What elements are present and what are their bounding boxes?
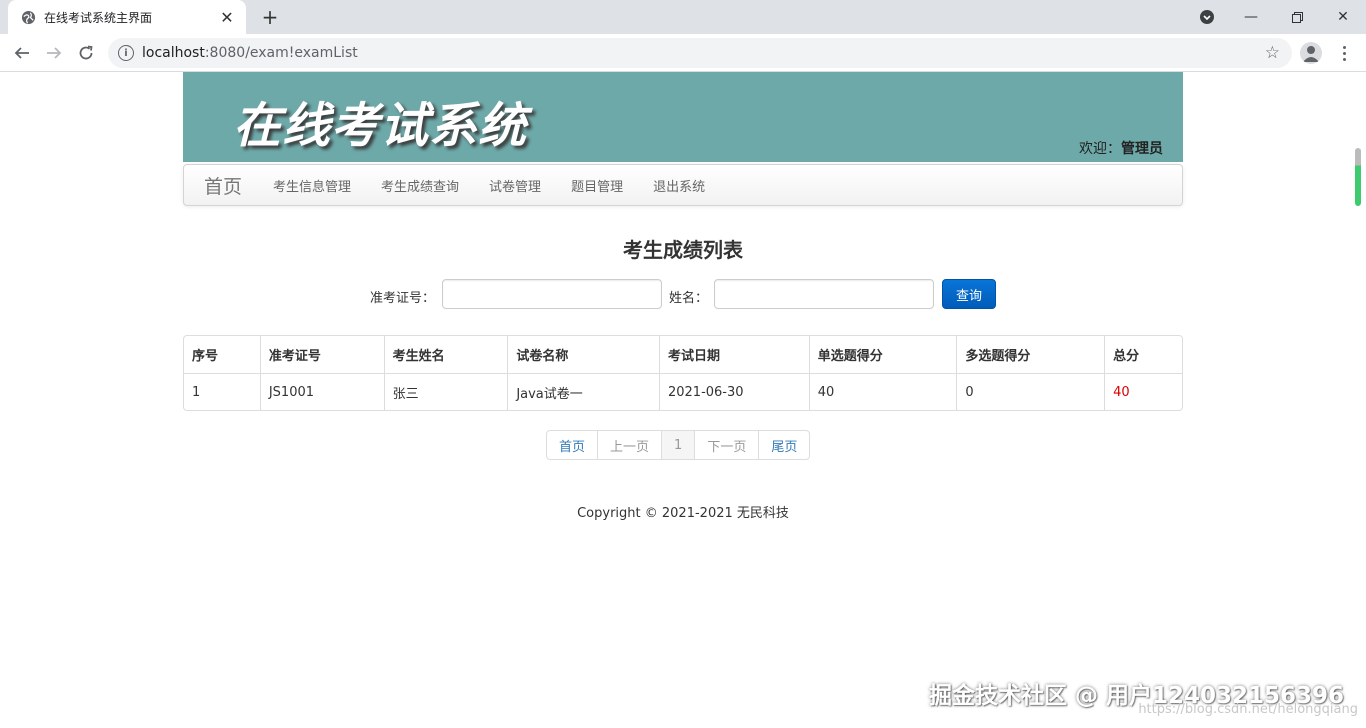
cell-multi-score: 0 [956,373,1105,410]
info-icon[interactable]: i [118,45,134,61]
nav-item-examinee-info[interactable]: 考生信息管理 [258,176,366,195]
tab-title: 在线考试系统主界面 [44,10,153,25]
browser-tab[interactable]: 在线考试系统主界面 ✕ [8,0,246,34]
pagination-current: 1 [661,431,695,459]
query-button[interactable]: 查询 [942,279,996,309]
column-header: 考生姓名 [383,336,508,373]
profile-avatar-icon[interactable] [1300,42,1322,64]
cell-total-score: 40 [1104,373,1182,410]
nav-item-logout[interactable]: 退出系统 [638,176,720,195]
window-close-icon[interactable]: ✕ [1320,0,1366,34]
pagination-last[interactable]: 尾页 [758,431,809,459]
column-header: 多选题得分 [956,336,1104,373]
cell-paper-name: Java试卷一 [507,373,659,410]
page-scrollbar[interactable] [1355,148,1361,206]
site-logo: 在线考试系统 [233,98,528,154]
nav-item-paper-manage[interactable]: 试卷管理 [474,176,556,195]
pagination-prev[interactable]: 上一页 [597,431,661,459]
name-label: 姓名： [669,291,709,306]
tab-search-icon[interactable] [1196,7,1218,27]
table-row: 1 JS1001 张三 Java试卷一 2021-06-30 40 0 40 [184,373,1182,410]
main-navbar: 首页 考生信息管理 考生成绩查询 试卷管理 题目管理 退出系统 [183,164,1183,206]
column-header: 总分 [1104,336,1182,373]
column-header: 序号 [192,349,219,364]
table-header-row: 序号 准考证号 考生姓名 试卷名称 考试日期 单选题得分 多选题得分 总分 [184,336,1182,373]
watermark-url: https://blog.csdn.net/helongqiang [1138,702,1358,717]
reload-icon[interactable] [72,39,100,67]
browser-menu-icon[interactable] [1336,40,1352,66]
column-header: 试卷名称 [507,336,659,373]
search-form: 准考证号： 姓名： 查询 [183,279,1183,311]
column-header: 考试日期 [658,336,809,373]
footer-copyright: Copyright © 2021-2021 无民科技 [577,506,789,521]
minimize-icon[interactable]: — [1228,0,1274,34]
bookmark-star-icon[interactable]: ☆ [1265,43,1280,63]
restore-icon[interactable] [1274,0,1320,34]
nav-home-link[interactable]: 首页 [204,172,242,199]
page-title: 考生成绩列表 [623,238,743,262]
welcome-user: 管理员 [1121,141,1163,157]
globe-icon [20,9,36,25]
column-header: 单选题得分 [808,336,957,373]
tab-close-icon[interactable]: ✕ [218,8,236,27]
welcome-message: 欢迎：管理员 [1079,138,1163,158]
back-arrow-icon[interactable] [8,39,36,67]
site-banner: 在线考试系统 欢迎：管理员 [183,72,1183,162]
nav-item-score-query[interactable]: 考生成绩查询 [366,176,474,195]
address-bar[interactable]: i localhost:8080/exam!examList ☆ [108,38,1292,68]
name-input[interactable] [714,279,934,309]
welcome-label: 欢迎： [1079,141,1121,157]
cell-single-score: 40 [808,373,957,410]
cell-exam-id: JS1001 [259,373,384,410]
score-table: 序号 准考证号 考生姓名 试卷名称 考试日期 单选题得分 多选题得分 总分 1 … [183,335,1183,411]
pagination: 首页 上一页 1 下一页 尾页 [546,430,811,460]
url-host: localhost [142,45,205,61]
pagination-next[interactable]: 下一页 [694,431,758,459]
cell-exam-date: 2021-06-30 [658,373,809,410]
forward-arrow-icon[interactable] [40,39,68,67]
cell-index: 1 [184,373,260,410]
new-tab-icon[interactable]: + [256,4,284,30]
url-path: :8080/exam!examList [204,45,358,61]
cell-name: 张三 [383,373,508,410]
column-header: 准考证号 [259,336,384,373]
exam-id-input[interactable] [442,279,662,309]
browser-tabstrip: 在线考试系统主界面 ✕ + — ✕ [0,0,1366,34]
exam-id-label: 准考证号： [370,291,436,306]
pagination-first[interactable]: 首页 [547,431,597,459]
nav-item-question-manage[interactable]: 题目管理 [556,176,638,195]
browser-toolbar: i localhost:8080/exam!examList ☆ [0,34,1366,72]
